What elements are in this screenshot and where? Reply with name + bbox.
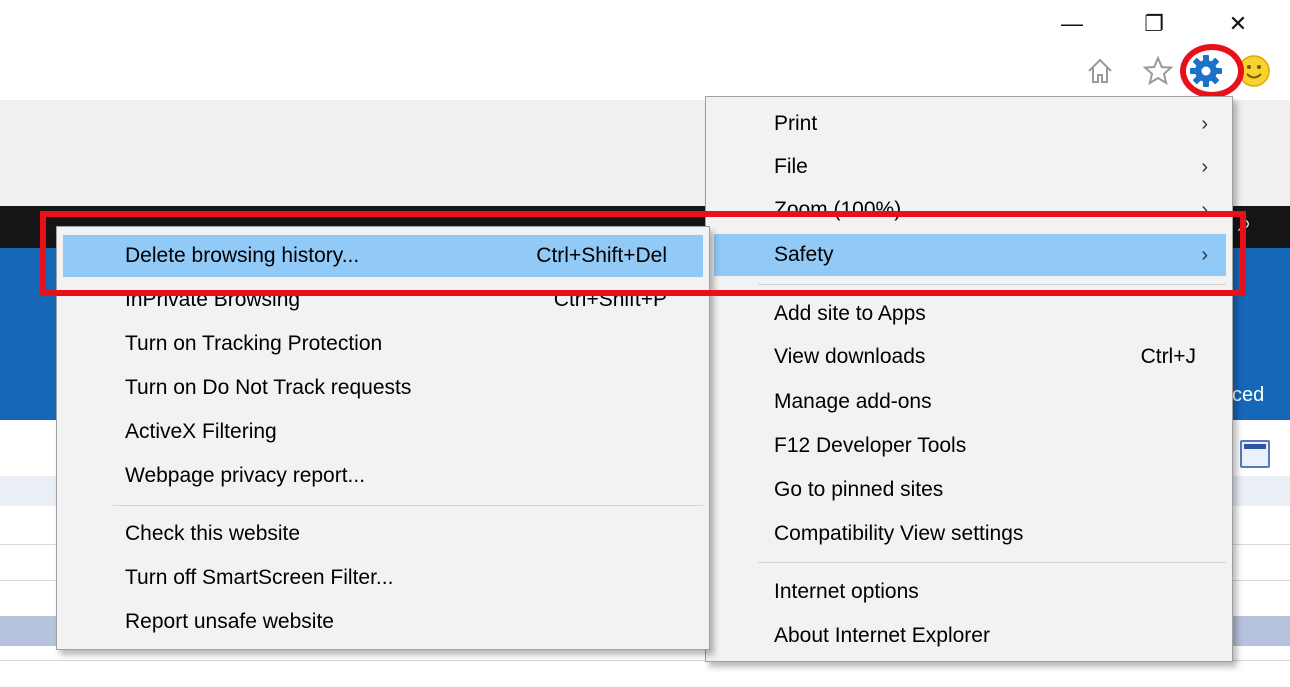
menu-item-file[interactable]: File › [714, 146, 1226, 188]
menu-item-view-downloads[interactable]: View downloads Ctrl+J [714, 336, 1226, 378]
gear-annotation-circle [1180, 44, 1244, 98]
menu-item-label: Turn on Tracking Protection [125, 332, 383, 355]
menu-item-label: F12 Developer Tools [774, 434, 967, 457]
menu-item-label: About Internet Explorer [774, 624, 990, 647]
menu-item-add-site-to-apps[interactable]: Add site to Apps [714, 293, 1226, 335]
menu-item-label: File [774, 155, 808, 178]
menu-item-label: Report unsafe website [125, 610, 334, 633]
banner-cut-text: ced [1232, 384, 1265, 406]
chevron-right-icon: › [1201, 112, 1208, 135]
restore-button[interactable]: ❐ [1134, 6, 1174, 42]
menu-item-compatibility-view[interactable]: Compatibility View settings [714, 513, 1226, 555]
menu-item-label: Turn on Do Not Track requests [125, 376, 412, 399]
menu-item-check-website[interactable]: Check this website [63, 513, 703, 555]
menu-item-report-unsafe-website[interactable]: Report unsafe website [63, 601, 703, 643]
menu-separator [113, 505, 703, 506]
highlight-annotation-box [40, 211, 1246, 296]
favorites-star-icon[interactable] [1140, 52, 1176, 90]
menu-item-label: Go to pinned sites [774, 478, 944, 501]
menu-item-manage-add-ons[interactable]: Manage add-ons [714, 381, 1226, 423]
menu-item-tracking-protection[interactable]: Turn on Tracking Protection [63, 323, 703, 365]
window-box-icon [1240, 440, 1270, 468]
menu-item-privacy-report[interactable]: Webpage privacy report... [63, 455, 703, 497]
menu-item-label: Compatibility View settings [774, 522, 1024, 545]
menu-item-label: Webpage privacy report... [125, 464, 366, 487]
menu-item-activex-filtering[interactable]: ActiveX Filtering [63, 411, 703, 453]
tools-menu: Print › File › Zoom (100%) › Safety › Ad… [705, 96, 1233, 662]
chevron-right-icon: › [1201, 155, 1208, 178]
menu-item-do-not-track[interactable]: Turn on Do Not Track requests [63, 367, 703, 409]
menu-separator [758, 562, 1226, 563]
menu-item-smartscreen-filter[interactable]: Turn off SmartScreen Filter... [63, 557, 703, 599]
menu-item-pinned-sites[interactable]: Go to pinned sites [714, 469, 1226, 511]
close-button[interactable]: ✕ [1218, 6, 1258, 42]
menu-item-print[interactable]: Print › [714, 103, 1226, 145]
menu-item-label: Check this website [125, 522, 301, 545]
home-icon[interactable] [1082, 52, 1118, 90]
menu-item-developer-tools[interactable]: F12 Developer Tools [714, 425, 1226, 467]
menu-item-label: Manage add-ons [774, 390, 932, 413]
menu-item-label: Print [774, 112, 818, 135]
menu-item-shortcut: Ctrl+J [1140, 345, 1196, 368]
menu-item-label: Turn off SmartScreen Filter... [125, 566, 394, 589]
menu-item-label: Internet options [774, 580, 919, 603]
menu-item-about-ie[interactable]: About Internet Explorer [714, 615, 1226, 657]
minimize-button[interactable]: — [1052, 6, 1092, 42]
menu-item-label: ActiveX Filtering [125, 420, 277, 443]
menu-item-label: Add site to Apps [774, 302, 926, 325]
menu-item-internet-options[interactable]: Internet options [714, 571, 1226, 613]
